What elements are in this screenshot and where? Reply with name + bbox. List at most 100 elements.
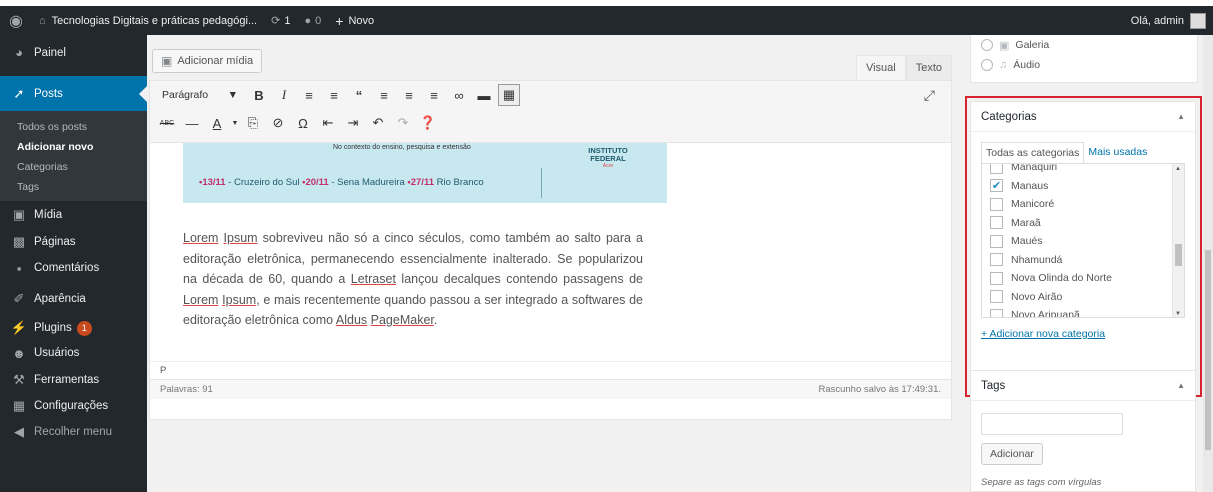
format-option-label: Galeria (1015, 39, 1050, 51)
sidebar-item-paginas[interactable]: ▩ Páginas (0, 229, 147, 255)
clear-formatting-icon[interactable]: ⊘ (267, 112, 289, 134)
toolbar-toggle-icon[interactable]: ▦ (498, 84, 520, 106)
editor-mode-tabs: Visual Texto (855, 55, 952, 81)
sidebar-item-label: Painel (34, 46, 66, 59)
sidebar-item-comentarios[interactable]: ▪ Comentários (0, 255, 147, 281)
format-select[interactable]: Parágrafo ▼ (156, 84, 244, 106)
radio-button[interactable] (981, 59, 993, 71)
gallery-icon: ▣ (999, 39, 1010, 52)
comments-count: 0 (315, 14, 322, 27)
sidebar-item-label: Comentários (34, 262, 100, 274)
editor-content[interactable]: No contexto do ensino, pesquisa e extens… (150, 143, 951, 361)
banner-place: Rio Branco (433, 177, 484, 188)
comments-icon: ▪ (16, 260, 22, 276)
format-option-gallery[interactable]: ▣ Galeria (971, 35, 1197, 55)
collapse-icon: ◀ (14, 424, 24, 439)
my-account-link[interactable]: Olá, admin (1124, 6, 1213, 35)
element-path: P (150, 361, 951, 379)
italic-button[interactable]: I (273, 84, 295, 106)
banner-place: - Sena Madureira (328, 177, 408, 188)
indent-icon[interactable]: ⇥ (342, 112, 364, 134)
text-color-icon[interactable]: A (206, 112, 228, 134)
plugins-icon: ⚡ (10, 320, 28, 335)
add-media-button[interactable]: ▣ Adicionar mídia (152, 49, 263, 73)
pages-icon: ▩ (12, 234, 26, 249)
sidebar-item-label: Aparência (34, 293, 86, 305)
settings-icon: ▦ (12, 398, 26, 413)
spellcheck-word: PageMaker (370, 313, 434, 327)
help-icon[interactable]: ❓ (417, 112, 439, 134)
media-icon: ▣ (161, 54, 173, 68)
sidebar-item-label: Plugins (34, 322, 72, 334)
banner-date: 20/11 (305, 177, 329, 188)
updates-link[interactable]: ⟳ 1 (264, 6, 297, 35)
media-icon: ▣ (12, 207, 26, 222)
banner-place: - Cruzeiro do Sul (225, 177, 303, 188)
chevron-down-icon[interactable]: ▼ (231, 112, 239, 134)
site-title: Tecnologias Digitais e práticas pedagógi… (51, 14, 258, 27)
sidebar-item-label: Páginas (34, 236, 76, 248)
tags-header[interactable]: Tags ▲ (971, 371, 1195, 401)
sidebar-item-label: Posts (34, 87, 63, 100)
admin-bar: ◉ ⌂ Tecnologias Digitais e práticas peda… (0, 6, 1213, 35)
sidebar-item-configuracoes[interactable]: ▦ Configurações (0, 393, 147, 419)
new-content-link[interactable]: + Novo (328, 6, 381, 35)
undo-icon[interactable]: ↶ (367, 112, 389, 134)
institute-logo: INSTITUTO FEDERAL Acre (563, 146, 653, 169)
greeting: Olá, admin (1130, 14, 1184, 27)
sidebar-item-ferramentas[interactable]: ⚒ Ferramentas (0, 367, 147, 393)
submenu-categories[interactable]: Categorias (0, 157, 147, 177)
text-run: . (433, 313, 438, 327)
numbered-list-icon[interactable]: ≡ (323, 84, 345, 106)
align-right-icon[interactable]: ≡ (423, 84, 445, 106)
page-scrollbar[interactable] (1203, 35, 1213, 492)
outdent-icon[interactable]: ⇤ (317, 112, 339, 134)
tags-input[interactable] (981, 413, 1123, 435)
fullscreen-icon[interactable]: ⤢ (924, 87, 935, 104)
radio-button[interactable] (981, 39, 993, 51)
bullet-list-icon[interactable]: ≡ (298, 84, 320, 106)
submenu-all-posts[interactable]: Todos os posts (0, 117, 147, 137)
read-more-icon[interactable]: ▬ (473, 84, 495, 106)
paste-text-icon[interactable]: ⎘ (242, 112, 264, 134)
link-icon[interactable]: ∞ (448, 84, 470, 106)
collapse-menu-button[interactable]: ◀ Recolher menu (0, 419, 147, 445)
post-paragraph[interactable]: Lorem Ipsum sobreviveu não só a cinco sé… (183, 228, 643, 331)
spellcheck-word: Ipsum (223, 231, 258, 245)
align-center-icon[interactable]: ≡ (398, 84, 420, 106)
format-option-audio[interactable]: ♫ Áudio (971, 55, 1197, 75)
posts-submenu: Todos os posts Adicionar novo Categorias… (0, 111, 147, 201)
banner-date: 13/11 (202, 177, 226, 188)
institute-line-3: Acre (602, 162, 614, 169)
sidebar-item-painel[interactable]: ◕ Painel (0, 35, 147, 70)
spellcheck-word: Lorem (183, 231, 219, 245)
tab-visual[interactable]: Visual (855, 55, 906, 81)
tab-text[interactable]: Texto (905, 55, 952, 81)
align-left-icon[interactable]: ≡ (373, 84, 395, 106)
tags-hint: Separe as tags com vírgulas (981, 477, 1102, 488)
bold-button[interactable]: B (248, 84, 270, 106)
sidebar-item-plugins[interactable]: ⚡ Plugins 1 (0, 317, 147, 339)
submenu-add-new[interactable]: Adicionar novo (0, 137, 147, 157)
strikethrough-icon[interactable]: ABC (156, 112, 178, 134)
sidebar-item-aparencia[interactable]: ✐ Aparência (0, 281, 147, 317)
sidebar-item-label: Configurações (34, 400, 109, 412)
site-name-link[interactable]: ⌂ Tecnologias Digitais e práticas pedagó… (32, 6, 264, 35)
blockquote-icon[interactable]: “ (348, 84, 370, 106)
new-label: Novo (348, 14, 375, 27)
path-element[interactable]: P (160, 365, 166, 376)
sidebar-item-posts[interactable]: ➚ Posts (0, 76, 147, 111)
sidebar-item-usuarios[interactable]: ☻ Usuários (0, 339, 147, 367)
special-character-icon[interactable]: Ω (292, 112, 314, 134)
horizontal-line-icon[interactable]: — (181, 112, 203, 134)
collapse-arrow-icon[interactable]: ▲ (1177, 381, 1185, 390)
banner-tagline: No contexto do ensino, pesquisa e extens… (333, 144, 471, 151)
sidebar-item-midia[interactable]: ▣ Mídia (0, 201, 147, 229)
tools-icon: ⚒ (13, 372, 25, 387)
submenu-tags[interactable]: Tags (0, 177, 147, 197)
page-scroll-thumb[interactable] (1205, 250, 1211, 450)
comments-link[interactable]: ● 0 (297, 6, 328, 35)
add-tag-button[interactable]: Adicionar (981, 443, 1043, 465)
redo-icon[interactable]: ↷ (392, 112, 414, 134)
wordpress-logo-icon[interactable]: ◉ (0, 6, 32, 35)
